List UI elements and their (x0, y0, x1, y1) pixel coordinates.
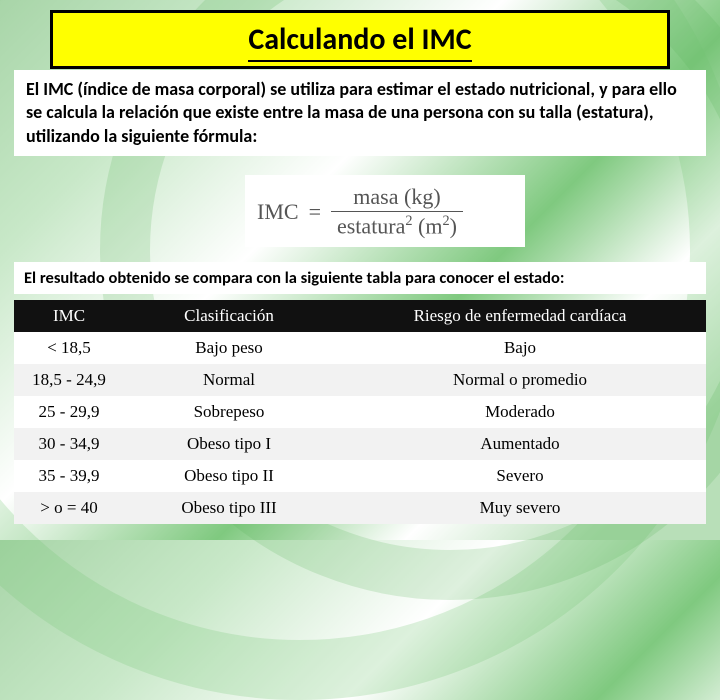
formula-numerator: masa (kg) (347, 185, 446, 211)
header-clasificacion: Clasificación (124, 300, 334, 332)
cell-risk: Bajo (334, 332, 706, 364)
cell-risk: Muy severo (334, 492, 706, 524)
table-row: > o = 40 Obeso tipo III Muy severo (14, 492, 706, 524)
table-row: 35 - 39,9 Obeso tipo II Severo (14, 460, 706, 492)
cell-risk: Moderado (334, 396, 706, 428)
formula-lhs: IMC (257, 199, 299, 225)
cell-imc: < 18,5 (14, 332, 124, 364)
formula-box: IMC = masa (kg) estatura2 (m2) (245, 175, 525, 247)
cell-clas: Sobrepeso (124, 396, 334, 428)
formula-eq: = (309, 199, 321, 225)
table-row: 30 - 34,9 Obeso tipo I Aumentado (14, 428, 706, 460)
cell-clas: Obeso tipo III (124, 492, 334, 524)
header-riesgo: Riesgo de enfermedad cardíaca (334, 300, 706, 332)
cell-clas: Normal (124, 364, 334, 396)
imc-table: IMC Clasificación Riesgo de enfermedad c… (14, 300, 706, 524)
description-box: El IMC (índice de masa corporal) se util… (14, 70, 706, 156)
cell-imc: 18,5 - 24,9 (14, 364, 124, 396)
imc-table-container: IMC Clasificación Riesgo de enfermedad c… (14, 300, 706, 524)
compare-text-box: El resultado obtenido se compara con la … (14, 262, 706, 294)
cell-imc: 35 - 39,9 (14, 460, 124, 492)
cell-imc: > o = 40 (14, 492, 124, 524)
header-imc: IMC (14, 300, 124, 332)
slide-title: Calculando el IMC (50, 10, 670, 69)
table-row: 25 - 29,9 Sobrepeso Moderado (14, 396, 706, 428)
cell-risk: Severo (334, 460, 706, 492)
cell-risk: Aumentado (334, 428, 706, 460)
table-row: < 18,5 Bajo peso Bajo (14, 332, 706, 364)
table-header-row: IMC Clasificación Riesgo de enfermedad c… (14, 300, 706, 332)
cell-clas: Bajo peso (124, 332, 334, 364)
cell-risk: Normal o promedio (334, 364, 706, 396)
slide-title-text: Calculando el IMC (248, 21, 471, 62)
table-row: 18,5 - 24,9 Normal Normal o promedio (14, 364, 706, 396)
description-text: El IMC (índice de masa corporal) se util… (26, 78, 677, 147)
compare-text: El resultado obtenido se compara con la … (24, 268, 564, 288)
cell-clas: Obeso tipo II (124, 460, 334, 492)
formula-denominator: estatura2 (m2) (331, 211, 463, 239)
cell-clas: Obeso tipo I (124, 428, 334, 460)
formula-fraction: masa (kg) estatura2 (m2) (331, 185, 463, 239)
cell-imc: 25 - 29,9 (14, 396, 124, 428)
cell-imc: 30 - 34,9 (14, 428, 124, 460)
